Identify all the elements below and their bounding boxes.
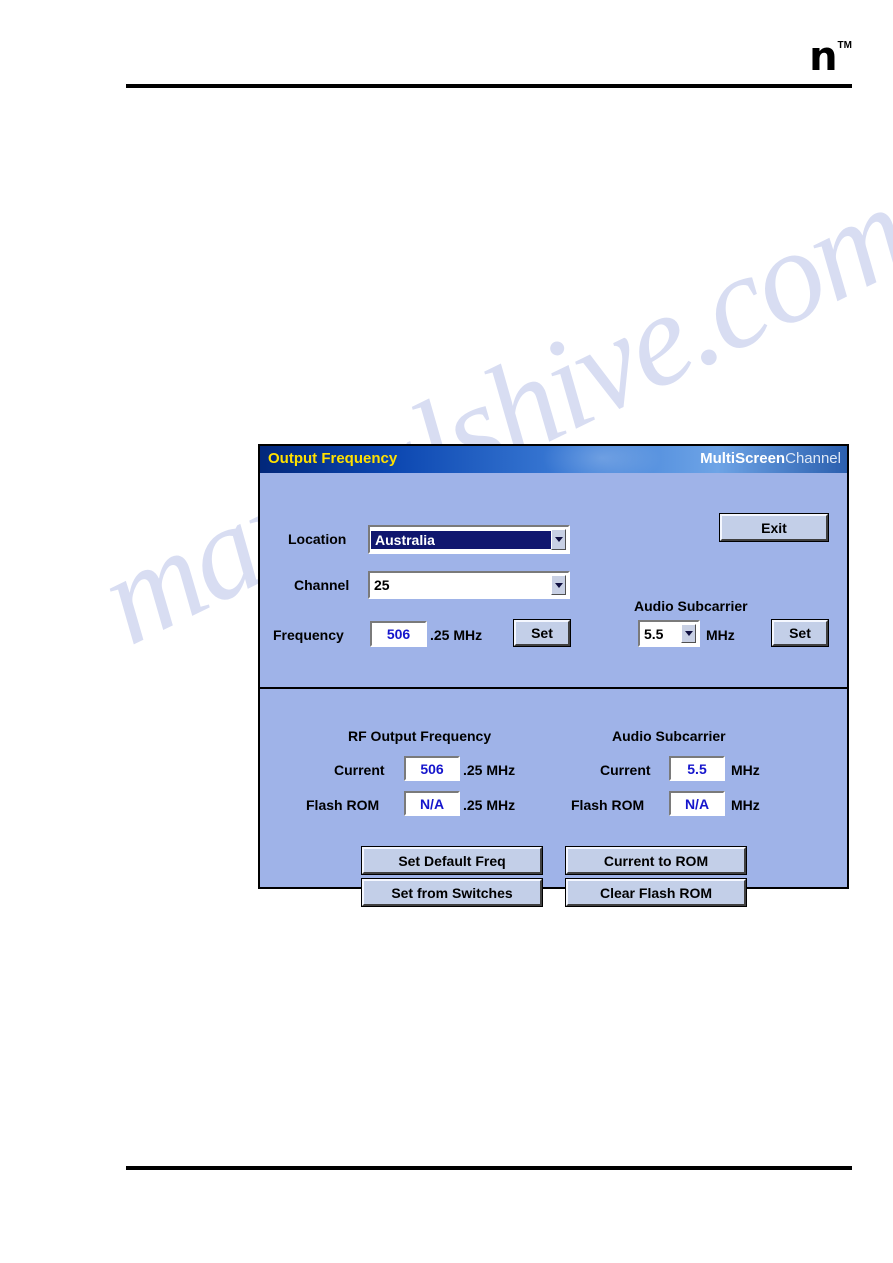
frequency-input[interactable]: 506 xyxy=(370,621,427,647)
rf-current-value: 506 xyxy=(420,760,444,777)
channel-value: 25 xyxy=(374,577,390,593)
set-default-freq-button[interactable]: Set Default Freq xyxy=(362,847,542,874)
rf-output-heading: RF Output Frequency xyxy=(348,728,492,744)
audio-flash-label: Flash ROM xyxy=(571,797,645,813)
footer-rule xyxy=(126,1166,852,1170)
header-rule xyxy=(126,84,852,88)
dialog-body: Exit Location Australia Channel 25 Frequ… xyxy=(260,473,847,906)
dialog-titlebar: Output Frequency MultiScreenChannel xyxy=(260,446,847,473)
brand-bold-text: MultiScreen xyxy=(700,450,786,467)
rf-flash-value: N/A xyxy=(419,795,445,812)
audio-current-value-box: 5.5 xyxy=(669,756,725,781)
channel-label: Channel xyxy=(294,577,350,593)
audio-subcarrier-unit: MHz xyxy=(706,627,735,643)
brand-light-text: Channel xyxy=(785,450,841,467)
audio-status-heading: Audio Subcarrier xyxy=(612,728,726,744)
chevron-down-icon[interactable] xyxy=(681,624,696,643)
current-to-rom-button[interactable]: Current to ROM xyxy=(566,847,746,874)
audio-subcarrier-dropdown[interactable]: 5.5 xyxy=(638,620,700,647)
audio-subcarrier-heading: Audio Subcarrier xyxy=(634,598,748,614)
audio-flash-suffix: MHz xyxy=(731,797,760,813)
channel-dropdown[interactable]: 25 xyxy=(368,571,570,599)
audio-set-button[interactable]: Set xyxy=(772,620,828,646)
clear-flash-rom-button[interactable]: Clear Flash ROM xyxy=(566,879,746,906)
frequency-set-button[interactable]: Set xyxy=(514,620,570,646)
logo-letter-n: n xyxy=(809,34,838,80)
audio-current-suffix: MHz xyxy=(731,762,760,778)
chevron-down-icon[interactable] xyxy=(551,529,566,550)
trademark-icon: TM xyxy=(837,39,852,51)
rf-flash-label: Flash ROM xyxy=(306,797,380,813)
set-from-switches-button[interactable]: Set from Switches xyxy=(362,879,542,906)
frequency-value: 506 xyxy=(386,626,411,642)
audio-flash-value: N/A xyxy=(684,795,710,812)
location-label: Location xyxy=(288,531,347,547)
rf-current-value-box: 506 xyxy=(404,756,460,781)
location-value: Australia xyxy=(370,529,552,550)
chevron-down-icon[interactable] xyxy=(551,575,566,595)
product-brand: MultiScreenChannel xyxy=(700,450,841,467)
location-dropdown[interactable]: Australia xyxy=(368,525,570,554)
frequency-label: Frequency xyxy=(273,627,344,643)
audio-current-value: 5.5 xyxy=(687,760,707,777)
frequency-unit-suffix: .25 MHz xyxy=(430,627,483,643)
section-divider xyxy=(260,687,847,689)
rf-flash-value-box: N/A xyxy=(404,791,460,816)
audio-current-label: Current xyxy=(600,762,651,778)
rf-current-suffix: .25 MHz xyxy=(463,762,516,778)
output-frequency-dialog: Output Frequency MultiScreenChannel Exit… xyxy=(258,444,849,906)
audio-flash-value-box: N/A xyxy=(669,791,725,816)
rf-current-label: Current xyxy=(334,762,385,778)
exit-button[interactable]: Exit xyxy=(720,514,828,541)
brand-logo: nTM xyxy=(809,37,852,77)
dialog-title: Output Frequency xyxy=(268,450,398,467)
rf-flash-suffix: .25 MHz xyxy=(463,797,516,813)
audio-subcarrier-value: 5.5 xyxy=(644,625,664,642)
